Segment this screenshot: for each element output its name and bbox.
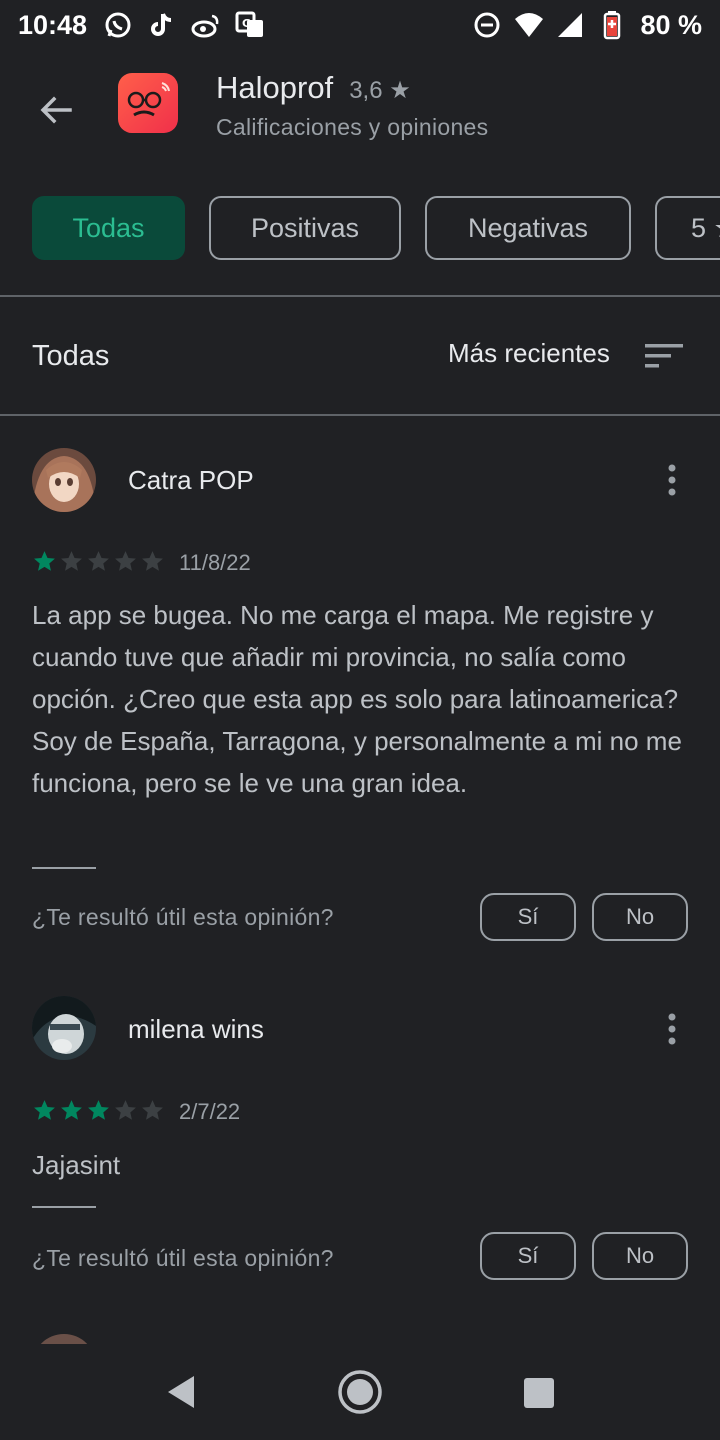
helpful-yes-button[interactable]: Sí: [480, 1232, 576, 1280]
dnd-icon: [472, 10, 502, 40]
battery-icon: [598, 10, 628, 40]
star-empty-icon: [142, 1100, 163, 1120]
helpful-question: ¿Te resultó útil esta opinión?: [32, 904, 334, 930]
review-date: 11/8/22: [179, 550, 251, 575]
divider: [32, 867, 96, 869]
weibo-icon: [191, 10, 221, 40]
page-subtitle: Calificaciones y opiniones: [216, 114, 489, 140]
review-text: La app se bugea. No me carga el mapa. Me…: [32, 600, 682, 798]
more-options-icon[interactable]: [656, 1009, 688, 1049]
section-title: Todas: [32, 340, 110, 372]
battery-percent: 80 %: [640, 9, 702, 40]
divider: [32, 1206, 96, 1208]
review-date: 2/7/22: [179, 1099, 241, 1124]
divider: [0, 295, 720, 297]
app-logo: [118, 73, 178, 133]
chip-negative[interactable]: Negativas: [425, 196, 631, 260]
star-rating: [32, 549, 165, 574]
sort-icon[interactable]: [645, 342, 683, 370]
avatar[interactable]: [32, 996, 96, 1060]
nav-recents-icon[interactable]: [514, 1368, 562, 1416]
star-filled-icon: [34, 1100, 55, 1120]
star-filled-icon: [61, 1100, 82, 1120]
status-bar: 10:48 G 80 %: [0, 0, 720, 50]
star-rating: [32, 1098, 165, 1123]
sort-button[interactable]: Más recientes: [448, 338, 610, 369]
filter-chips: Todas Positivas Negativas 5 ★: [32, 196, 720, 260]
divider: [0, 414, 720, 416]
star-empty-icon: [115, 551, 136, 571]
svg-text:G: G: [242, 17, 251, 30]
translate-icon: G: [235, 10, 265, 40]
avatar[interactable]: [32, 448, 96, 512]
wifi-icon: [514, 10, 544, 40]
arrow-back-icon: [40, 96, 72, 124]
star-empty-icon: [142, 551, 163, 571]
signal-icon: [556, 10, 586, 40]
reviewer-name: Catra POP: [128, 465, 254, 495]
star-empty-icon: [88, 551, 109, 571]
tiktok-icon: [147, 10, 177, 40]
helpful-yes-button[interactable]: Sí: [480, 893, 576, 941]
status-time: 10:48: [18, 9, 88, 40]
whatsapp-icon: [103, 10, 133, 40]
app-header: Haloprof 3,6 ★ Calificaciones y opinione…: [0, 70, 720, 150]
reviewer-name: milena wins: [128, 1014, 264, 1044]
helpful-question: ¿Te resultó útil esta opinión?: [32, 1245, 334, 1271]
chip-all[interactable]: Todas: [32, 196, 185, 260]
nav-home-icon[interactable]: [336, 1368, 384, 1416]
haloprof-logo-icon: [127, 82, 170, 117]
nav-back-icon[interactable]: [156, 1368, 204, 1416]
star-filled-icon: [34, 551, 55, 571]
helpful-no-button[interactable]: No: [592, 893, 688, 941]
star-empty-icon: [115, 1100, 136, 1120]
more-options-icon[interactable]: [656, 460, 688, 500]
app-title: Haloprof: [216, 70, 334, 105]
review-text: Jajasint: [32, 1150, 121, 1180]
chip-five-stars[interactable]: 5 ★: [655, 196, 720, 260]
star-filled-icon: [88, 1100, 109, 1120]
star-empty-icon: [61, 551, 82, 571]
chip-positive[interactable]: Positivas: [209, 196, 401, 260]
helpful-no-button[interactable]: No: [592, 1232, 688, 1280]
back-button[interactable]: [30, 84, 82, 136]
system-nav-bar: [0, 1344, 720, 1440]
avatar: [32, 1334, 96, 1344]
app-rating: 3,6 ★: [349, 77, 411, 104]
